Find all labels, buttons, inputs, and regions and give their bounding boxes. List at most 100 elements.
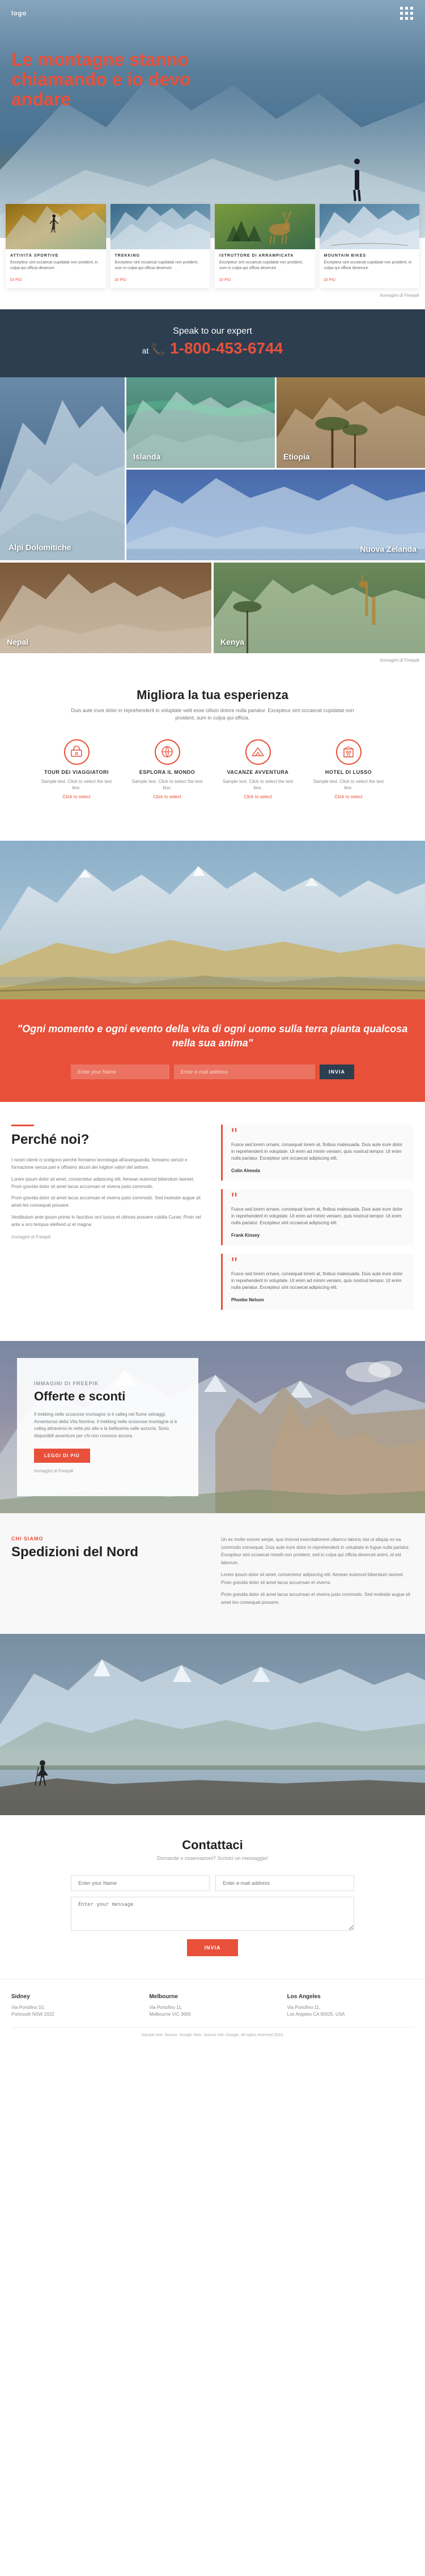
activity-cards-row: ATTIVITÀ SPORTIVE Excepteur sint occaeca… [6, 204, 419, 288]
card-mountain[interactable]: MOUNTAIN BIKES Excepteur sint occaecat c… [320, 204, 420, 288]
activity-cards-section: ATTIVITÀ SPORTIVE Excepteur sint occaeca… [0, 204, 425, 309]
destination-alpi[interactable]: Alpi Dolomitiche [0, 377, 125, 560]
contact-email-input[interactable] [215, 1875, 354, 1891]
footer-bottom: Sample text. Source: Google Noto. Source… [11, 2027, 414, 2037]
card-trekking-link[interactable]: DI PIÙ [115, 278, 127, 282]
contact-title: Contattaci [11, 1838, 414, 1853]
feature-avventura-text: Sample text. Click to select the text bo… [218, 778, 298, 791]
card-trekking-text: Excepteur sint occaecat cupidatat non pr… [115, 260, 206, 271]
nav-logo: logo [11, 10, 27, 17]
testimonial-3-author: Phoebe Nelson [231, 1297, 264, 1302]
quote-mark-3: " [231, 1259, 405, 1268]
perche-text1: I nostri clienti ci scelgono perché forn… [11, 1157, 204, 1172]
figure-body [355, 170, 359, 190]
contact-form-row1 [71, 1875, 354, 1891]
newsletter-email-input[interactable] [174, 1065, 315, 1079]
contact-name-input[interactable] [71, 1875, 210, 1891]
destination-islanda[interactable]: Islanda [126, 377, 275, 468]
feature-tour-title: TOUR DEI VIAGGIATORI [37, 769, 116, 775]
feature-avventura: VACANZE AVVENTURA Sample text. Click to … [218, 739, 298, 801]
card-attivita-category: ATTIVITÀ SPORTIVE [10, 254, 101, 258]
newsletter-submit-button[interactable]: INVIA [320, 1065, 354, 1079]
card-istruttore-link[interactable]: DI PIÙ [219, 278, 231, 282]
card-attivita-body: ATTIVITÀ SPORTIVE Excepteur sint occaeca… [6, 249, 106, 288]
feature-avventura-icon [245, 739, 271, 765]
feature-mondo-link[interactable]: Click to select [153, 794, 181, 799]
feature-tour-icon [64, 739, 90, 765]
panorama-image [0, 841, 425, 999]
card-mountain-image [320, 204, 420, 249]
feature-tour: TOUR DEI VIAGGIATORI Sample text. Click … [37, 739, 116, 801]
testimonial-3-text: Fusce sed lorem ornare, consequat lorem … [231, 1271, 405, 1291]
perche-red-line [11, 1125, 34, 1126]
feature-tour-link[interactable]: Click to select [62, 794, 90, 799]
offerte-title: Offerte e sconti [34, 1389, 181, 1404]
features-row: TOUR DEI VIAGGIATORI Sample text. Click … [11, 739, 414, 801]
contact-message-textarea[interactable] [71, 1897, 354, 1931]
feature-hotel-text: Sample text. Click to select the text bo… [309, 778, 388, 791]
hero-figure [346, 159, 368, 204]
newsletter-name-input[interactable] [71, 1065, 169, 1079]
feature-avventura-link[interactable]: Click to select [244, 794, 271, 799]
offerte-button[interactable]: LEGGI DI PIÙ [34, 1449, 90, 1463]
phone-icon: 📞 [151, 344, 165, 356]
perche-left: Perché noi? I nostri clienti ci scelgono… [11, 1125, 204, 1318]
testimonial-1-author: Colin Almeda [231, 1168, 260, 1173]
feature-mondo: ESPLORA IL MONDO Sample text. Click to s… [128, 739, 207, 801]
feature-hotel-icon [336, 739, 362, 765]
destination-etiopia[interactable]: Etiopia [277, 377, 425, 468]
expert-at: at 📞 1-800-453-6744 [11, 339, 414, 357]
chi-section: CHI SIAMO Spedizioni del Nord Un ex molt… [0, 1513, 425, 1634]
testimonial-2-text: Fusce sed lorem ornare, consequat lorem … [231, 1206, 405, 1227]
card-attivita-text: Excepteur sint occaecat cupidatat non pr… [10, 260, 101, 271]
destination-nuovaz[interactable]: Nuova Zelanda [126, 470, 425, 560]
cards-attribution: Immagini di Freepik [6, 293, 419, 298]
hero-section: logo Le montagne stanno chiamando e io d… [0, 0, 425, 238]
card-attivita-link[interactable]: DI PIÙ [10, 278, 22, 282]
card-attivita[interactable]: ATTIVITÀ SPORTIVE Excepteur sint occaeca… [6, 204, 106, 288]
destination-kenya[interactable]: Kenya [214, 563, 425, 653]
destinations-section: Alpi Dolomitiche Islanda [0, 377, 425, 665]
footer-col-losangeles: Los Angeles Via Portofino 11,Los Angeles… [287, 1994, 414, 2019]
dest-islanda-label: Islanda [133, 452, 160, 461]
figure-leg-right [358, 190, 361, 201]
migliora-title: Migliora la tua esperienza [11, 688, 414, 702]
quote-text: Ogni momento e ogni evento della vita di… [17, 1022, 408, 1050]
testimonial-2-author: Frank Kinsey [231, 1233, 260, 1238]
expert-section: Speak to our expert at 📞 1-800-453-6744 [0, 309, 425, 377]
contact-submit-button[interactable]: INVIA [187, 1939, 237, 1956]
footer-col-sidney: Sidney Via Portofino 10,Portnouth NSW 20… [11, 1994, 138, 2019]
card-trekking-body: TREKKING Excepteur sint occaecat cupidat… [110, 249, 211, 288]
card-mountain-text: Excepteur sint occaecat cupidatat non pr… [324, 260, 415, 271]
offerte-tag: IMMAGINI DI FREEPIK [34, 1381, 181, 1386]
perche-title: Perché noi? [11, 1132, 204, 1148]
figure-head [354, 159, 360, 164]
quote-section: Ogni momento e ogni evento della vita di… [0, 999, 425, 1102]
newsletter-form: INVIA [71, 1065, 354, 1079]
offerte-attribution: Immagini di Freepik [34, 1468, 181, 1474]
destinations-bottom-row: Nepal Kenya [0, 563, 425, 655]
card-mountain-link[interactable]: DI PIÙ [324, 278, 336, 282]
footer-columns: Sidney Via Portofino 10,Portnouth NSW 20… [11, 1994, 414, 2019]
footer-address-losangeles: Via Portofino 11,Los Angeles CA 90025, U… [287, 2004, 414, 2019]
card-istruttore-category: ISTRUTTORE DI ARRAMPICATA [219, 254, 311, 258]
destination-nepal[interactable]: Nepal [0, 563, 211, 653]
offerte-section: IMMAGINI DI FREEPIK Offerte e sconti Il … [0, 1341, 425, 1513]
chi-text2: Lorem ipsum dolor sit amet, consectetur … [221, 1571, 414, 1586]
contact-subtitle: Domande o osservazioni? Scrivici un mess… [11, 1855, 414, 1861]
nav-menu-icon[interactable] [400, 7, 414, 20]
feature-mondo-icon [155, 739, 180, 765]
card-istruttore-text: Excepteur sint occaecat cupidatat non pr… [219, 260, 311, 271]
hero-content: Le montagne stanno chiamando e io devo a… [0, 27, 425, 110]
perche-section: Perché noi? I nostri clienti ci scelgono… [0, 1102, 425, 1341]
hero-title: Le montagne stanno chiamando e io devo a… [11, 50, 193, 110]
expert-phone[interactable]: 1-800-453-6744 [170, 339, 283, 357]
feature-avventura-title: VACANZE AVVENTURA [218, 769, 298, 775]
card-trekking-image [110, 204, 211, 249]
perche-text4: Vestibulum ante ipsum primis in faucibus… [11, 1214, 204, 1229]
feature-mondo-text: Sample text. Click to select the text bo… [128, 778, 207, 791]
card-trekking[interactable]: TREKKING Excepteur sint occaecat cupidat… [110, 204, 211, 288]
card-istruttore[interactable]: ISTRUTTORE DI ARRAMPICATA Excepteur sint… [215, 204, 315, 288]
destinations-attribution: Immagini di Freepik [0, 655, 425, 665]
feature-hotel-link[interactable]: Click to select [334, 794, 362, 799]
